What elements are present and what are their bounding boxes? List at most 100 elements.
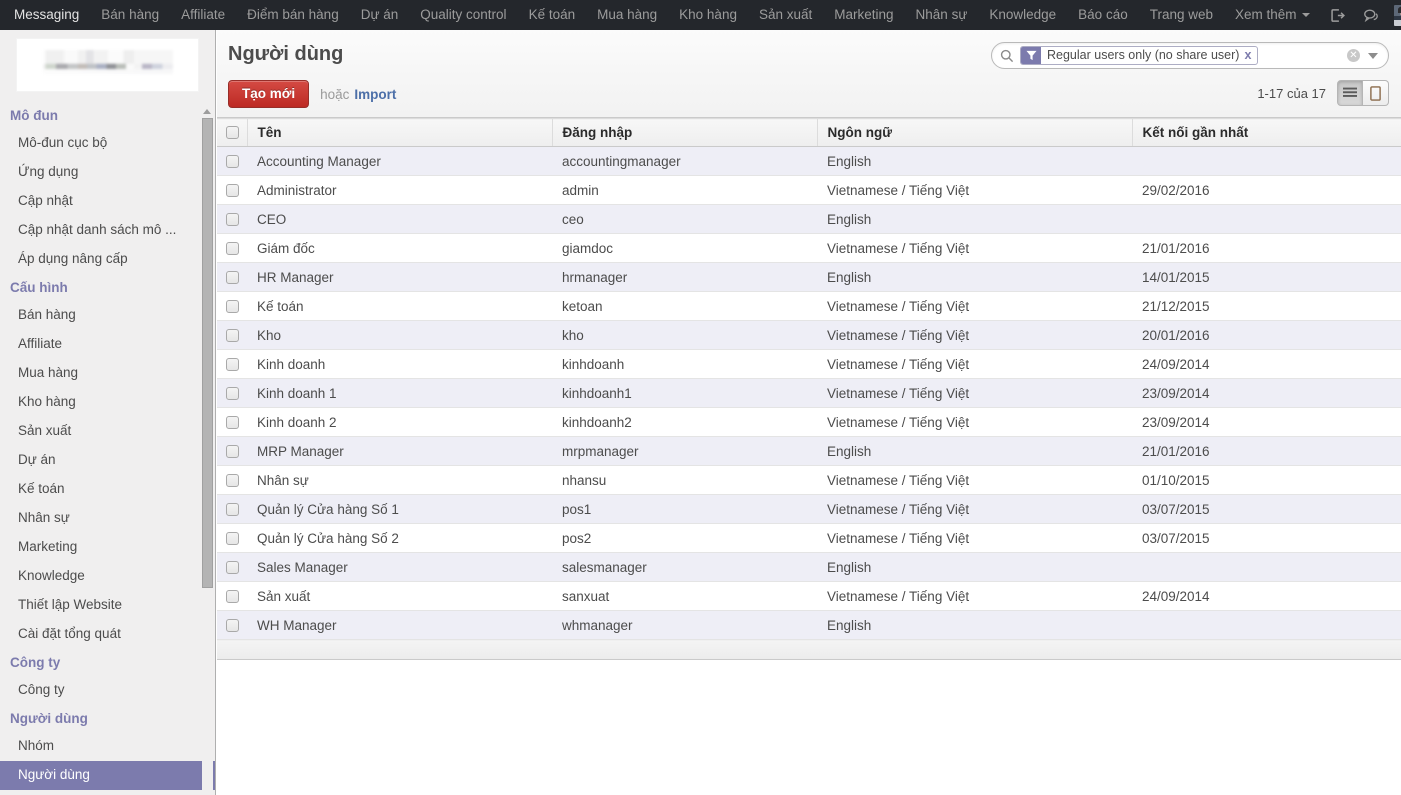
menu-item-more[interactable]: Xem thêm (1224, 0, 1321, 30)
row-checkbox[interactable] (226, 241, 239, 255)
menu-item-mua-hàng[interactable]: Mua hàng (586, 0, 668, 30)
menu-item-messaging[interactable]: Messaging (0, 0, 90, 30)
menu-item-báo-cáo[interactable]: Báo cáo (1067, 0, 1139, 30)
table-row[interactable]: Kinh doanh 2 kinhdoanh2 Vietnamese / Tiếng… (217, 407, 1401, 437)
top-navbar: Messaging Bán hàng Affiliate Điểm bán hàng D… (0, 0, 1401, 30)
table-footer-cell (247, 639, 552, 660)
row-checkbox[interactable] (226, 415, 239, 429)
chat-bubble-icon[interactable] (1354, 0, 1388, 30)
pager-label[interactable]: 1-17 của 17 (1257, 86, 1326, 101)
table-row[interactable]: Nhân sự nhansu Vietnamese / Tiếng Việt 01/1… (217, 465, 1401, 495)
search-bar[interactable]: Regular users only (no share user) x ✕ (991, 42, 1389, 69)
row-checkbox[interactable] (226, 212, 239, 226)
row-checkbox[interactable] (226, 473, 239, 487)
sidebar-item-c-ng-ty[interactable]: Công ty (0, 676, 215, 705)
table-row[interactable]: Administrator admin Vietnamese / Tiếng Việ… (217, 175, 1401, 205)
sidebar-item-ng-i-d-ng[interactable]: Người dùng (0, 761, 215, 790)
cell-last-connection: 20/01/2016 (1132, 320, 1401, 350)
sidebar-item-p-d-ng-n-ng-c-p[interactable]: Áp dụng nâng cấp (0, 245, 215, 274)
column-header-lang[interactable]: Ngôn ngữ (817, 118, 1133, 147)
table-row[interactable]: Accounting Manager accountingmanager Engli… (217, 146, 1401, 176)
menu-item-kế-toán[interactable]: Kế toán (518, 0, 587, 30)
row-checkbox[interactable] (226, 328, 239, 342)
column-header-login[interactable]: Đăng nhập (552, 118, 818, 147)
sidebar-item-oauth-providers[interactable]: OAuth Providers (0, 790, 215, 795)
table-row[interactable]: Kế toán ketoan Vietnamese / Tiếng Việt 21/1… (217, 291, 1401, 321)
table-row[interactable]: Quản lý Cửa hàng Số 2 pos2 Vietnamese / Ti… (217, 523, 1401, 553)
row-checkbox[interactable] (226, 618, 239, 632)
import-link[interactable]: Import (354, 87, 396, 102)
cell-language: Vietnamese / Tiếng Việt (817, 523, 1132, 553)
sidebar-item-knowledge[interactable]: Knowledge (0, 562, 215, 591)
table-row[interactable]: CEO ceo English (217, 204, 1401, 234)
sidebar-item-thi-t-l-p-website[interactable]: Thiết lập Website (0, 591, 215, 620)
table-row[interactable]: Kho kho Vietnamese / Tiếng Việt 20/01/2016 (217, 320, 1401, 350)
column-header-name[interactable]: Tên (247, 118, 553, 147)
table-row[interactable]: HR Manager hrmanager English 14/01/2015 (217, 262, 1401, 292)
sidebar-item-c-p-nh-t[interactable]: Cập nhật (0, 187, 215, 216)
search-facet[interactable]: Regular users only (no share user) x (1020, 46, 1259, 65)
sidebar-item-s-n-xu-t[interactable]: Sản xuất (0, 417, 215, 446)
select-all-checkbox[interactable] (226, 126, 239, 139)
sidebar-item-marketing[interactable]: Marketing (0, 533, 215, 562)
sidebar-item-mua-h-ng[interactable]: Mua hàng (0, 359, 215, 388)
sidebar-item-k-to-n[interactable]: Kế toán (0, 475, 215, 504)
sidebar-item-c-p-nh-t-danh-s-ch-m[interactable]: Cập nhật danh sách mô ... (0, 216, 215, 245)
menu-item-bán-hàng[interactable]: Bán hàng (90, 0, 170, 30)
sidebar-item-nh-m[interactable]: Nhóm (0, 732, 215, 761)
chevron-down-icon[interactable] (1368, 52, 1378, 59)
row-select-cell (217, 610, 247, 640)
list-view-icon[interactable] (1337, 80, 1363, 106)
menu-item-kho-hàng[interactable]: Kho hàng (668, 0, 748, 30)
menu-item-trang-web[interactable]: Trang web (1139, 0, 1224, 30)
row-select-cell (217, 581, 247, 611)
form-view-icon[interactable] (1363, 80, 1389, 106)
scroll-up-arrow-icon[interactable] (202, 106, 213, 117)
column-header-last[interactable]: Kết nối gần nhất (1132, 118, 1401, 147)
menu-item-nhân-sự[interactable]: Nhân sự (905, 0, 979, 30)
row-checkbox[interactable] (226, 154, 239, 168)
row-checkbox[interactable] (226, 444, 239, 458)
sidebar-scrollbar[interactable] (202, 106, 213, 795)
table-row[interactable]: Giám đốc giamdoc Vietnamese / Tiếng Việt 21… (217, 233, 1401, 263)
clear-circle-icon[interactable]: ✕ (1347, 49, 1360, 62)
table-row[interactable]: Kinh doanh kinhdoanh Vietnamese / Tiếng Vi… (217, 349, 1401, 379)
row-checkbox[interactable] (226, 299, 239, 313)
row-checkbox[interactable] (226, 386, 239, 400)
table-row[interactable]: Kinh doanh 1 kinhdoanh1 Vietnamese / Tiếng… (217, 378, 1401, 408)
row-checkbox[interactable] (226, 270, 239, 284)
sidebar-item-b-n-h-ng[interactable]: Bán hàng (0, 301, 215, 330)
menu-item-điểm-bán-hàng[interactable]: Điểm bán hàng (236, 0, 350, 30)
menu-item-dự-án[interactable]: Dự án (350, 0, 410, 30)
sidebar-item-nh-n-s[interactable]: Nhân sự (0, 504, 215, 533)
menu-item-quality-control[interactable]: Quality control (409, 0, 517, 30)
menu-item-affiliate[interactable]: Affiliate (170, 0, 236, 30)
table-row[interactable]: Quản lý Cửa hàng Số 1 pos1 Vietnamese / Ti… (217, 494, 1401, 524)
create-button[interactable]: Tạo mới (228, 80, 310, 108)
sidebar-item-c-i-t-t-ng-qu-t[interactable]: Cài đặt tổng quát (0, 620, 215, 649)
table-row[interactable]: MRP Manager mrpmanager English 21/01/2016 (217, 436, 1401, 466)
sidebar-item-m-un-c-c-b[interactable]: Mô-đun cục bộ (0, 129, 215, 158)
sign-out-icon[interactable] (1321, 0, 1354, 30)
sidebar-item-ng-d-ng[interactable]: Ứng dụng (0, 158, 215, 187)
sidebar-item-d-n[interactable]: Dự án (0, 446, 215, 475)
scrollbar-thumb[interactable] (202, 118, 213, 588)
row-checkbox[interactable] (226, 183, 239, 197)
menu-item-marketing[interactable]: Marketing (823, 0, 904, 30)
row-checkbox[interactable] (226, 531, 239, 545)
menu-item-knowledge[interactable]: Knowledge (978, 0, 1067, 30)
menu-item-sản-xuất[interactable]: Sản xuất (748, 0, 823, 30)
row-checkbox[interactable] (226, 357, 239, 371)
row-checkbox[interactable] (226, 589, 239, 603)
remove-facet-button[interactable]: x (1244, 47, 1257, 64)
sidebar-item-affiliate[interactable]: Affiliate (0, 330, 215, 359)
table-row[interactable]: WH Manager whmanager English (217, 610, 1401, 640)
table-row[interactable]: Sản xuất sanxuat Vietnamese / Tiếng Việt 24… (217, 581, 1401, 611)
row-checkbox[interactable] (226, 560, 239, 574)
row-checkbox[interactable] (226, 502, 239, 516)
table-row[interactable]: Sales Manager salesmanager English (217, 552, 1401, 582)
user-menu[interactable]: Administrator (1388, 0, 1401, 30)
cell-name: Kho (247, 320, 552, 350)
cell-login: salesmanager (552, 552, 817, 582)
sidebar-item-kho-h-ng[interactable]: Kho hàng (0, 388, 215, 417)
